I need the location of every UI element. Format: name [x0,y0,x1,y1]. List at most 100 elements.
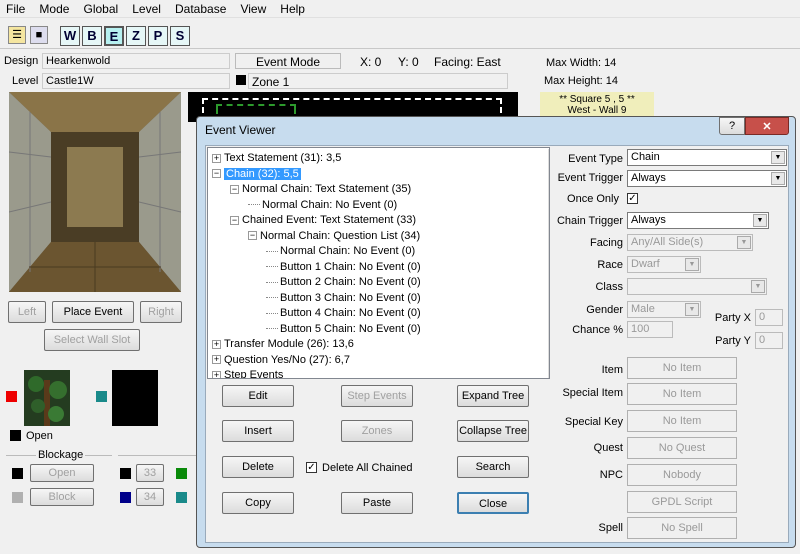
tree-item[interactable]: + Transfer Module (26): 13,6 [212,338,354,351]
special-key-button[interactable]: No Item [627,410,737,432]
y-coordinate: Y: 0 [398,55,419,69]
expand-icon[interactable]: + [212,355,221,365]
open-blockage-button[interactable]: Open [30,464,94,482]
backdrop-preview[interactable] [112,370,158,426]
tree-item[interactable]: − Normal Chain: Text Statement (35) [230,183,411,196]
gender-dropdown[interactable]: Male ▼ [627,301,701,318]
open-folder-icon[interactable]: ☰ [8,26,26,44]
collapse-icon[interactable]: − [230,215,239,225]
turn-right-button[interactable]: Right [140,301,182,323]
zone-34-button[interactable]: 34 [136,488,164,506]
search-button[interactable]: Search [457,456,529,478]
toolbar-e-button[interactable]: E [104,26,124,46]
tree-item[interactable]: Button 3 Chain: No Event (0) [266,292,421,305]
dungeon-view-graphic [9,92,181,292]
menu-mode[interactable]: Mode [33,0,74,16]
collapse-tree-button[interactable]: Collapse Tree [457,420,529,442]
party-y-label: Party Y [715,335,751,347]
expand-icon[interactable]: + [212,339,221,349]
toolbar-p-button[interactable]: P [148,26,168,46]
party-y-field[interactable]: 0 [755,332,783,349]
close-button[interactable]: Close [457,492,529,514]
close-window-icon[interactable]: ✕ [745,117,789,135]
design-name-field: Hearkenwold [42,53,230,69]
tree-item[interactable]: − Chained Event: Text Statement (33) [230,214,416,227]
tree-item[interactable]: + Step Events [212,369,284,379]
menu-help[interactable]: Help [274,0,310,16]
tree-item[interactable]: Button 1 Chain: No Event (0) [266,261,421,274]
race-label: Race [597,259,623,271]
block-blockage-button[interactable]: Block [30,488,94,506]
menu-file[interactable]: File [0,0,30,16]
collapse-icon[interactable]: − [230,184,239,194]
class-dropdown[interactable]: ▼ [627,278,767,295]
edit-button[interactable]: Edit [222,385,294,407]
max-width: Max Width: 14 [546,57,617,69]
event-trigger-dropdown[interactable]: Always ▼ [627,170,787,187]
insert-button[interactable]: Insert [222,420,294,442]
tree-item[interactable]: Button 2 Chain: No Event (0) [266,276,421,289]
tree-item-label: Button 2 Chain: No Event (0) [280,276,421,288]
collapse-icon[interactable]: − [248,231,257,241]
chance-field[interactable]: 100 [627,321,673,338]
level-name-field: Castle1W [42,73,230,89]
special-item-button[interactable]: No Item [627,383,737,405]
delete-button[interactable]: Delete [222,456,294,478]
party-x-field[interactable]: 0 [755,309,783,326]
tree-item[interactable]: − Chain (32): 5,5 [212,167,301,181]
tree-item[interactable]: Normal Chain: No Event (0) [248,199,397,212]
once-only-checkbox[interactable]: ✓ [627,193,638,204]
save-disk-icon[interactable]: ■ [30,26,48,44]
spell-label: Spell [598,522,623,534]
item-button[interactable]: No Item [627,357,737,379]
gpdl-script-button[interactable]: GPDL Script [627,491,737,513]
toolbar-s-button[interactable]: S [170,26,190,46]
max-height: Max Height: 14 [544,75,618,87]
chance-label: Chance % [572,324,623,336]
turn-left-button[interactable]: Left [8,301,46,323]
spell-button[interactable]: No Spell [627,517,737,539]
event-tree[interactable]: + Text Statement (31): 3,5 − Chain (32): 5,… [207,147,550,379]
expand-icon[interactable]: + [212,153,221,163]
tree-item-label: Button 5 Chain: No Event (0) [280,322,421,335]
tree-item-label: Step Events [224,369,284,379]
design-label: Design [4,55,39,67]
menu-global[interactable]: Global [78,0,124,16]
tree-item[interactable]: − Normal Chain: Question List (34) [248,230,420,243]
menu-database[interactable]: Database [169,0,231,16]
tree-item-label: Button 1 Chain: No Event (0) [280,260,421,273]
chain-trigger-dropdown[interactable]: Always ▼ [627,212,769,229]
toolbar-b-button[interactable]: B [82,26,102,46]
tree-item[interactable]: Button 5 Chain: No Event (0) [266,323,421,336]
menu-level[interactable]: Level [126,0,166,16]
paste-button[interactable]: Paste [341,492,413,514]
npc-button[interactable]: Nobody [627,464,737,486]
collapse-icon[interactable]: − [212,169,221,179]
delete-all-chained-checkbox[interactable]: ✓ [306,462,317,473]
expand-icon[interactable]: + [212,370,221,378]
zone-33-button[interactable]: 33 [136,464,164,482]
tree-item[interactable]: Button 4 Chain: No Event (0) [266,307,421,320]
tree-item-label: Question Yes/No (27): 6,7 [224,353,350,366]
quest-button[interactable]: No Quest [627,437,737,459]
wall-texture-preview[interactable] [24,370,70,426]
event-type-value: Chain [631,151,660,163]
tree-item[interactable]: + Question Yes/No (27): 6,7 [212,354,350,367]
toolbar-w-button[interactable]: W [60,26,80,46]
zone-name: Zone 1 [248,73,508,89]
backdrop-color-swatch [96,391,107,402]
facing-dropdown[interactable]: Any/All Side(s) ▼ [627,234,753,251]
step-events-button[interactable]: Step Events [341,385,413,407]
race-dropdown[interactable]: Dwarf ▼ [627,256,701,273]
place-event-button[interactable]: Place Event [52,301,134,323]
zones-button[interactable]: Zones [341,420,413,442]
help-button[interactable]: ? [719,117,745,135]
expand-tree-button[interactable]: Expand Tree [457,385,529,407]
select-wall-slot-button[interactable]: Select Wall Slot [44,329,140,351]
event-type-dropdown[interactable]: Chain ▼ [627,149,787,166]
tree-item[interactable]: + Text Statement (31): 3,5 [212,152,341,165]
copy-button[interactable]: Copy [222,492,294,514]
menu-view[interactable]: View [234,0,271,16]
tree-item[interactable]: Normal Chain: No Event (0) [266,245,415,258]
toolbar-z-button[interactable]: Z [126,26,146,46]
